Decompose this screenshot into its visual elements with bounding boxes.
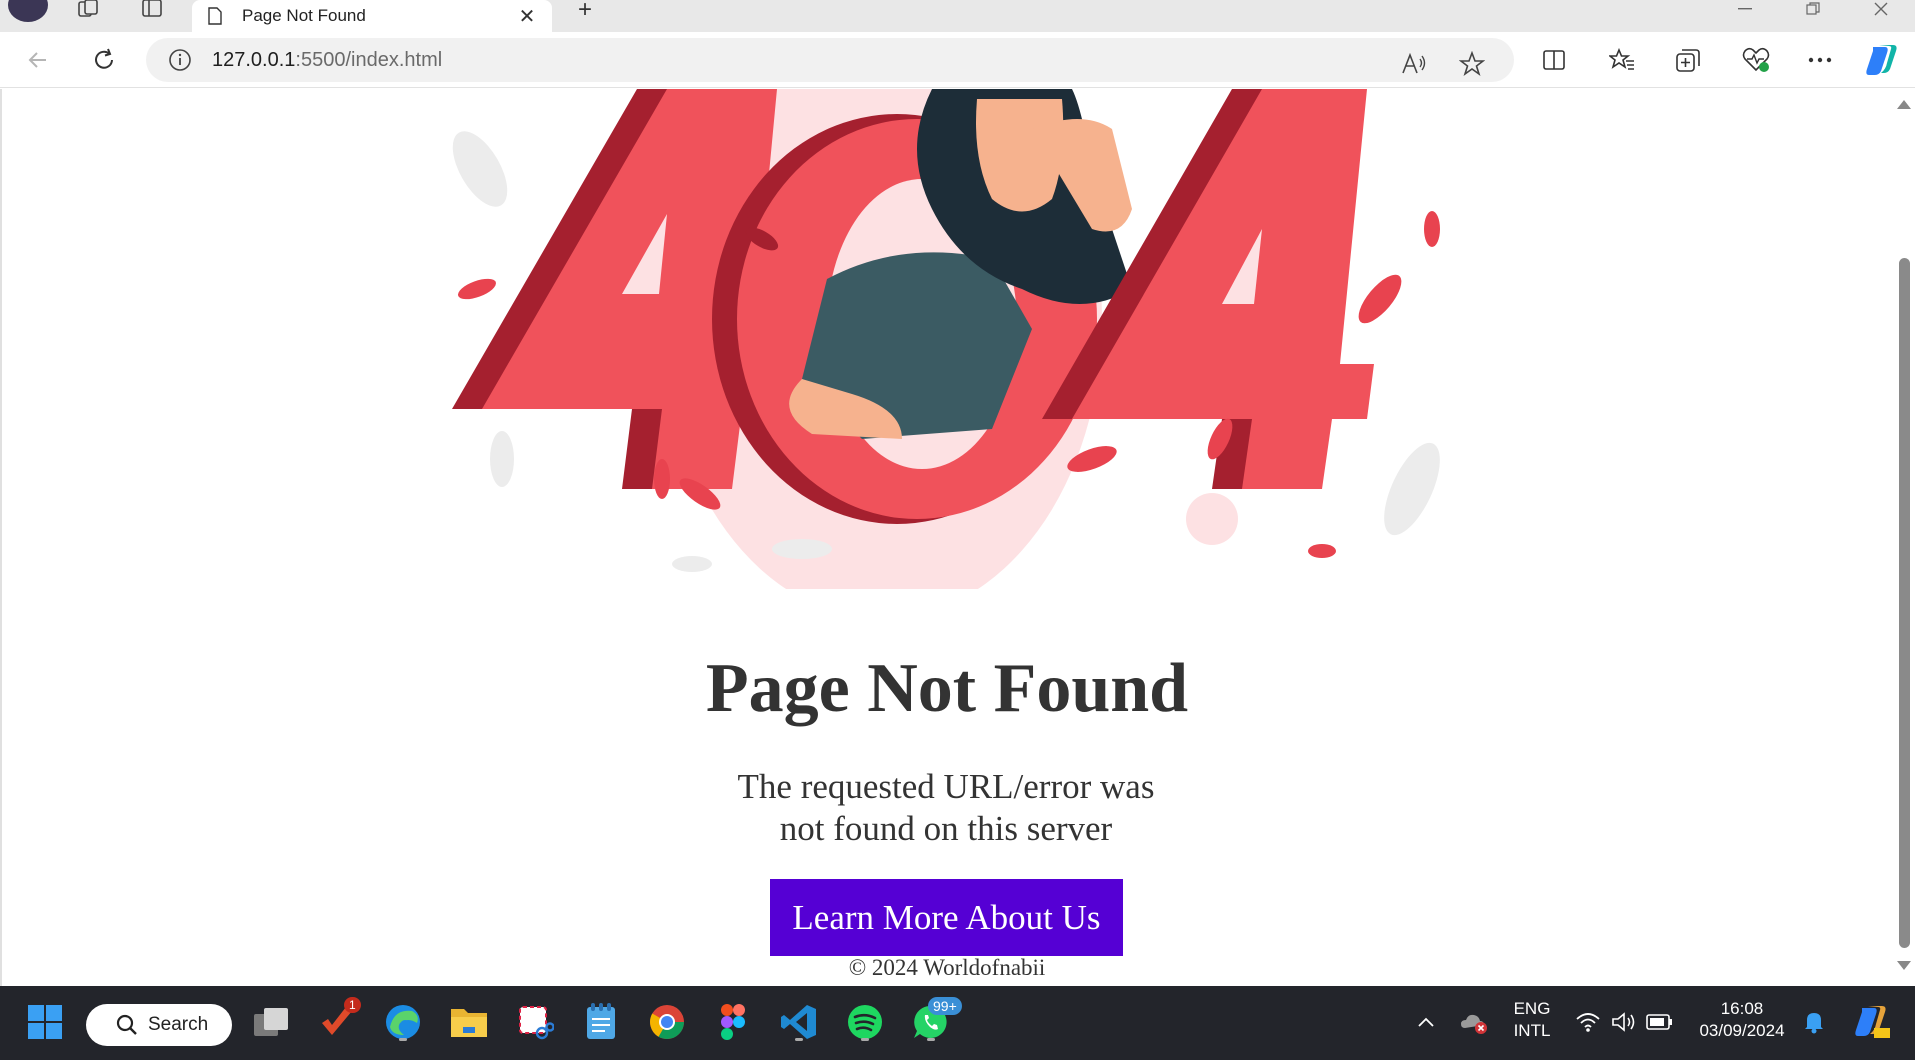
scroll-thumb[interactable] (1899, 258, 1910, 948)
favorite-star-icon[interactable] (1454, 46, 1490, 82)
whatsapp-icon[interactable]: 99+ (908, 997, 962, 1045)
copilot-icon[interactable] (1860, 40, 1904, 80)
tab-title: Page Not Found (242, 6, 366, 25)
task-view-icon[interactable] (248, 999, 294, 1045)
onedrive-error-icon[interactable] (1460, 1008, 1488, 1036)
profile-avatar[interactable] (8, 0, 48, 22)
figma-icon[interactable] (710, 999, 756, 1045)
taskbar: Search 1 99+ ENG INTL 16:08 03/09/2024 (0, 986, 1915, 1060)
todo-icon[interactable]: 1 (314, 997, 361, 1045)
error-message: The requested URL/error was not found on… (737, 767, 1155, 848)
copilot-taskbar-icon[interactable] (1852, 1002, 1892, 1042)
page-icon (208, 7, 222, 25)
page-viewport: Page Not Found The requested URL/error w… (0, 89, 1915, 986)
scroll-down-arrow-icon[interactable] (1897, 961, 1911, 970)
spotify-icon[interactable] (842, 999, 888, 1045)
battery-icon[interactable] (1646, 1008, 1674, 1036)
new-tab-button[interactable]: + (568, 0, 602, 23)
more-options-icon[interactable] (1798, 40, 1842, 80)
scroll-up-arrow-icon[interactable] (1897, 100, 1911, 109)
file-explorer-icon[interactable] (446, 999, 492, 1045)
browser-toolbar: 127.0.0.1:5500/index.html (0, 32, 1915, 88)
browser-essentials-icon[interactable] (1734, 40, 1778, 80)
show-hidden-icons-chevron-icon[interactable] (1412, 1008, 1440, 1036)
snipping-tool-icon[interactable] (512, 999, 558, 1045)
favorites-icon[interactable] (1600, 40, 1644, 80)
edge-icon[interactable] (380, 999, 426, 1045)
url-host: 127.0.0.1 (212, 48, 296, 71)
keyboard-layout: INTL (1513, 1021, 1551, 1040)
404-illustration (452, 89, 1440, 589)
refresh-icon (95, 48, 113, 69)
split-screen-icon[interactable] (1532, 40, 1576, 80)
url-path: :5500/index.html (295, 48, 443, 71)
taskbar-search[interactable]: Search (86, 1004, 232, 1046)
input-language[interactable]: ENG INTL (1508, 998, 1556, 1042)
search-icon (116, 1014, 137, 1035)
back-button[interactable] (18, 40, 58, 80)
chrome-icon[interactable] (644, 999, 690, 1045)
close-window-button[interactable] (1856, 0, 1906, 18)
clock-time: 16:08 (1720, 999, 1764, 1018)
windows-start-icon[interactable] (22, 999, 68, 1045)
restore-button[interactable] (1788, 0, 1838, 18)
search-label: Search (148, 1014, 209, 1035)
notepad-icon[interactable] (578, 999, 624, 1045)
wifi-icon[interactable] (1574, 1008, 1602, 1036)
clock-date: 03/09/2024 (1699, 1021, 1785, 1040)
site-info-icon[interactable] (168, 48, 192, 72)
workspaces-icon[interactable] (68, 0, 108, 20)
copyright-footer: © 2024 Worldofnabii (848, 955, 1046, 980)
refresh-button[interactable] (84, 40, 124, 80)
clock[interactable]: 16:08 03/09/2024 (1692, 998, 1792, 1042)
vertical-tabs-icon[interactable] (132, 0, 172, 20)
vscode-icon[interactable] (776, 999, 822, 1045)
tab-page-not-found[interactable]: Page Not Found ✕ (192, 0, 552, 32)
page-title: Page Not Found (705, 650, 1189, 727)
volume-icon[interactable] (1610, 1008, 1638, 1036)
whatsapp-badge: 99+ (928, 997, 962, 1015)
read-aloud-icon[interactable] (1396, 46, 1432, 82)
title-bar: Page Not Found ✕ + (0, 0, 1915, 32)
notification-bell-icon[interactable] (1800, 1008, 1828, 1036)
language-code: ENG (1513, 999, 1551, 1018)
back-arrow-icon (28, 52, 46, 68)
address-bar[interactable]: 127.0.0.1:5500/index.html (146, 38, 1514, 82)
learn-more-button[interactable]: Learn More About Us (770, 879, 1123, 956)
close-tab-icon[interactable]: ✕ (516, 4, 538, 29)
todo-badge: 1 (344, 997, 361, 1013)
minimize-button[interactable] (1720, 0, 1770, 18)
collections-icon[interactable] (1666, 40, 1710, 80)
